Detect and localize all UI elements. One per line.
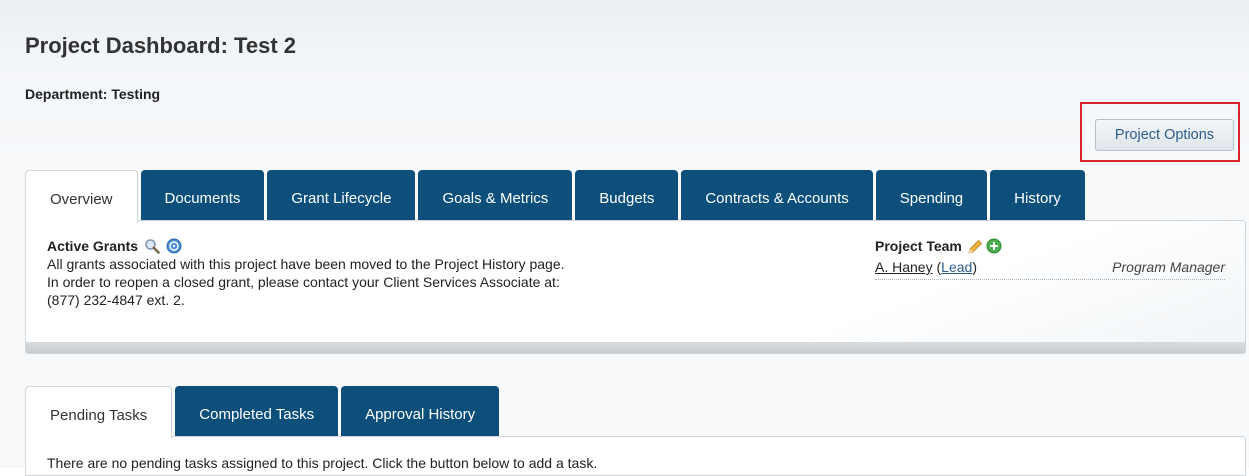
team-member-name-group: A. Haney (Lead): [875, 259, 977, 275]
active-grants-label: Active Grants: [47, 238, 139, 254]
overview-panel: Active Grants All grants associated with…: [25, 220, 1246, 354]
magnifier-icon[interactable]: [144, 238, 160, 254]
tab-documents[interactable]: Documents: [140, 170, 265, 222]
overview-panel-body: Active Grants All grants associated with…: [26, 221, 1245, 344]
help-icon[interactable]: [166, 238, 182, 254]
main-tabs: Overview Documents Grant Lifecycle Goals…: [25, 170, 1085, 223]
tab-overview[interactable]: Overview: [25, 170, 138, 223]
active-grants-section: Active Grants All grants associated with…: [47, 237, 565, 309]
project-team-heading: Project Team: [875, 237, 1225, 255]
tasks-panel: There are no pending tasks assigned to t…: [25, 436, 1246, 476]
project-options-button[interactable]: Project Options: [1095, 119, 1234, 151]
grants-line-2: In order to reopen a closed grant, pleas…: [47, 274, 560, 290]
tab-budgets[interactable]: Budgets: [575, 170, 679, 222]
active-grants-heading: Active Grants: [47, 237, 565, 255]
grants-line-3: (877) 232-4847 ext. 2.: [47, 292, 185, 308]
tab-contracts-accounts[interactable]: Contracts & Accounts: [681, 170, 873, 222]
team-member-link[interactable]: A. Haney: [875, 259, 933, 275]
task-tabs: Pending Tasks Completed Tasks Approval H…: [25, 386, 500, 439]
project-team-section: Project Team A. Haney (Lead) Program Man…: [875, 237, 1225, 280]
tab-pending-tasks[interactable]: Pending Tasks: [25, 386, 173, 439]
add-member-icon[interactable]: [986, 238, 1002, 254]
grants-line-1: All grants associated with this project …: [47, 256, 565, 272]
tab-approval-history[interactable]: Approval History: [341, 386, 500, 438]
tab-completed-tasks[interactable]: Completed Tasks: [175, 386, 339, 438]
tab-spending[interactable]: Spending: [875, 170, 988, 222]
panel-footer-bar: [26, 342, 1245, 353]
tab-goals-metrics[interactable]: Goals & Metrics: [418, 170, 573, 222]
lead-link[interactable]: Lead: [941, 259, 972, 275]
tab-grant-lifecycle[interactable]: Grant Lifecycle: [267, 170, 416, 222]
tab-history[interactable]: History: [990, 170, 1085, 222]
department-label: Department: Testing: [25, 86, 161, 102]
lead-close-paren: ): [972, 259, 977, 275]
project-team-label: Project Team: [875, 238, 962, 254]
page: Project Dashboard: Test 2 Department: Te…: [0, 0, 1249, 476]
page-title: Project Dashboard: Test 2: [25, 33, 296, 58]
pencil-edit-icon[interactable]: [966, 238, 982, 254]
team-member-row: A. Haney (Lead) Program Manager: [875, 259, 1225, 280]
no-tasks-message: There are no pending tasks assigned to t…: [47, 455, 598, 471]
team-member-role: Program Manager: [1112, 259, 1225, 275]
